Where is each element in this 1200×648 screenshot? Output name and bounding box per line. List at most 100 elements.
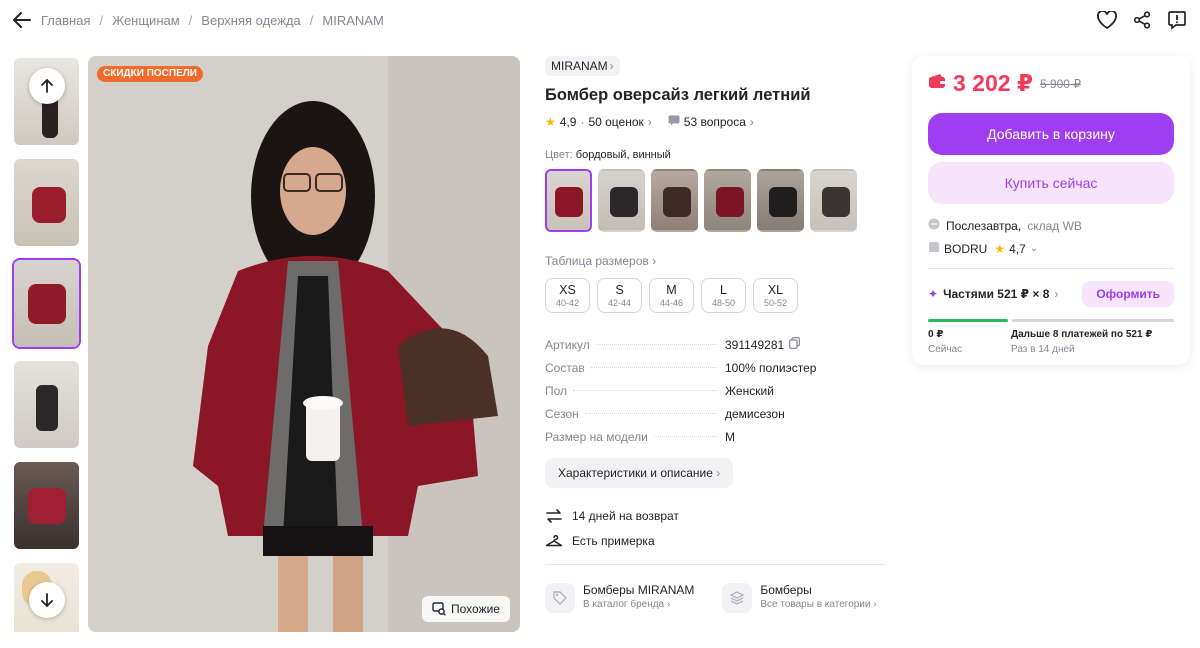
star-icon: ★ (545, 115, 556, 129)
color-value: бордовый, винный (575, 149, 671, 161)
report-icon[interactable] (1166, 9, 1188, 31)
fitting-label: Есть примерка (572, 534, 655, 548)
param-value: демисезон (725, 406, 785, 421)
progress-remaining (1012, 319, 1174, 322)
breadcrumb-brand[interactable]: MIRANAM (322, 13, 383, 28)
brand-catalog-title: Бомберы MIRANAM (583, 583, 695, 597)
chevron-right-icon: › (749, 115, 754, 129)
color-label: Цвет: бордовый, винный (545, 149, 885, 161)
size-name: XS (559, 283, 576, 297)
divider (545, 564, 885, 565)
chevron-right-icon: › (652, 254, 657, 268)
breadcrumb-women[interactable]: Женщинам (112, 13, 180, 28)
similar-button[interactable]: Похожие (422, 596, 510, 622)
category-title: Бомберы (760, 583, 812, 597)
scroll-down-button[interactable] (29, 582, 65, 618)
param-key: Артикул (545, 337, 590, 352)
seller-rating: 4,7 (1009, 241, 1026, 256)
questions-link[interactable]: 53 вопроса (684, 115, 746, 129)
installments-checkout-button[interactable]: Оформить (1082, 281, 1174, 307)
now-amount: 0 ₽ (928, 329, 944, 340)
return-perk: 14 дней на возврат (545, 508, 885, 524)
brand-link[interactable]: MIRANAM › (545, 56, 620, 76)
breadcrumb-home[interactable]: Главная (41, 13, 90, 28)
size-option[interactable]: L 48-50 (701, 278, 746, 313)
chevron-right-icon: › (716, 466, 721, 480)
chevron-down-icon: ⌄ (1029, 243, 1039, 254)
buy-now-button[interactable]: Купить сейчас (928, 162, 1174, 204)
sale-badge: СКИДКИ ПОСПЕЛИ (97, 66, 203, 82)
delivery-info: Послезавтра, склад WB (928, 218, 1174, 233)
size-option[interactable]: XL 50-52 (753, 278, 798, 313)
breadcrumb: Главная / Женщинам / Верхняя одежда / MI… (41, 13, 384, 28)
search-similar-icon (432, 602, 446, 616)
color-swatch-3[interactable] (651, 169, 698, 232)
old-price: 5 900 ₽ (1039, 76, 1081, 91)
installments-text: Частями 521 ₽ × 8 (943, 287, 1050, 301)
thumbnail-3[interactable] (12, 258, 81, 349)
star-icon: ★ (994, 241, 1006, 256)
param-row: Пол Женский (545, 379, 885, 402)
size-name: M (666, 283, 677, 297)
seller-name: BODRU (944, 241, 988, 256)
breadcrumb-separator: / (188, 13, 193, 28)
thumbnail-gallery (12, 56, 82, 632)
thumbnail-5[interactable] (12, 460, 81, 551)
size-range: 50-52 (763, 298, 788, 308)
back-arrow-icon[interactable] (12, 10, 34, 30)
copy-icon[interactable] (789, 337, 801, 352)
size-option[interactable]: M 44-46 (649, 278, 694, 313)
share-icon[interactable] (1131, 9, 1153, 31)
thumbnail-4[interactable] (12, 359, 81, 450)
main-product-photo[interactable] (88, 56, 520, 632)
return-label: 14 дней на возврат (572, 509, 679, 523)
product-rating: 4,9 (559, 115, 577, 129)
characteristics-label: Характеристики и описание (558, 466, 713, 480)
category-link[interactable]: Бомберы Все товары в категории › (722, 583, 877, 613)
param-row: Размер на модели M (545, 425, 885, 448)
param-row: Состав 100% полиэстер (545, 356, 885, 379)
brand-catalog-sub: В каталог бренда (583, 599, 665, 610)
color-swatch-burgundy[interactable] (545, 169, 592, 232)
size-name: L (720, 283, 727, 297)
color-swatch-6[interactable] (810, 169, 857, 232)
delivery-day: Послезавтра, (946, 218, 1022, 233)
article-number: 391149281 (725, 337, 785, 352)
size-selector: XS 40-42 S 42-44 M 44-46 L 48-50 XL 50-52 (545, 278, 885, 313)
color-label-text: Цвет: (545, 149, 573, 161)
size-table-link[interactable]: Таблица размеров › (545, 254, 656, 268)
dot-separator: · (580, 115, 585, 129)
param-value: M (725, 429, 735, 444)
scroll-up-button[interactable] (29, 68, 65, 104)
size-range: 40-42 (555, 298, 580, 308)
thumbnail-2[interactable] (12, 157, 81, 248)
add-to-cart-button[interactable]: Добавить в корзину (928, 113, 1174, 155)
color-swatch-5[interactable] (757, 169, 804, 232)
color-swatch-4[interactable] (704, 169, 751, 232)
param-row: Артикул 391149281 (545, 333, 885, 356)
fitting-perk: Есть примерка (545, 534, 885, 548)
breadcrumb-separator: / (99, 13, 104, 28)
top-bar: Главная / Женщинам / Верхняя одежда / MI… (0, 0, 1200, 42)
progress-paid (928, 319, 1008, 322)
heart-icon[interactable] (1096, 9, 1118, 31)
delivery-warehouse: склад WB (1027, 218, 1082, 233)
breadcrumb-outerwear[interactable]: Верхняя одежда (201, 13, 300, 28)
chevron-right-icon: › (1054, 287, 1059, 301)
installments-info[interactable]: ✦ Частями 521 ₽ × 8 › (928, 287, 1058, 301)
seller-link[interactable]: BODRU ★ 4,7 ⌄ (928, 241, 1174, 256)
arrow-down-icon (41, 593, 53, 608)
reviews-link[interactable]: 50 оценок (588, 115, 643, 129)
size-option[interactable]: S 42-44 (597, 278, 642, 313)
wallet-icon (928, 73, 946, 94)
brand-catalog-link[interactable]: Бомберы MIRANAM В каталог бренда › (545, 583, 694, 613)
characteristics-button[interactable]: Характеристики и описание › (545, 458, 734, 488)
size-option[interactable]: XS 40-42 (545, 278, 590, 313)
color-swatch-2[interactable] (598, 169, 645, 232)
divider (928, 268, 1174, 269)
brand-name: MIRANAM (551, 59, 608, 73)
category-sub: Все товары в категории (760, 599, 871, 610)
current-price: 3 202 ₽ (953, 70, 1033, 96)
model-illustration (88, 56, 520, 632)
param-key: Пол (545, 383, 568, 398)
